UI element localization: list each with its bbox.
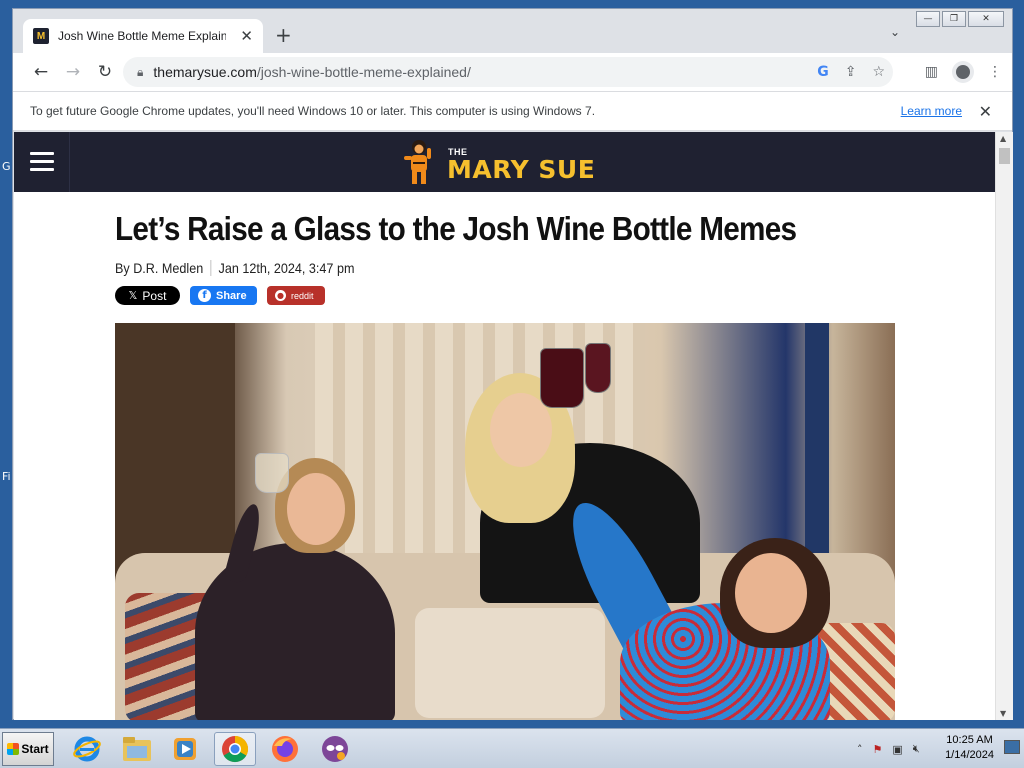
tab-search-chevron-icon[interactable]: ⌄: [890, 25, 900, 39]
back-arrow-icon[interactable]: ←: [25, 62, 57, 82]
desktop-icon-label: Fi: [2, 470, 11, 483]
site-header: THE MARY SUE: [14, 132, 995, 192]
pillow: [415, 608, 605, 718]
reload-icon[interactable]: ↻: [89, 62, 121, 82]
infobar-message: To get future Google Chrome updates, you…: [30, 104, 596, 118]
face: [287, 473, 345, 545]
page-viewport: THE MARY SUE Let’s Raise a Glass to the …: [14, 132, 1013, 720]
side-panel-icon[interactable]: ▥: [925, 64, 938, 80]
lock-icon[interactable]: 🔒︎: [137, 65, 143, 80]
learn-more-link[interactable]: Learn more: [901, 104, 962, 118]
volume-muted-icon[interactable]: 🔇︎: [913, 742, 920, 756]
taskbar-firefox-icon[interactable]: [264, 732, 306, 766]
menu-kebab-icon[interactable]: ⋮: [988, 64, 1002, 80]
address-bar[interactable]: 🔒︎ themarysue.com/josh-wine-bottle-meme-…: [123, 57, 893, 87]
browser-window: M Josh Wine Bottle Meme Explained | ✕ + …: [12, 8, 1013, 720]
taskbar-clock[interactable]: 10:25 AM 1/14/2024: [945, 733, 994, 763]
forward-arrow-icon[interactable]: →: [57, 62, 89, 82]
author-link[interactable]: By D.R. Medlen: [115, 260, 203, 276]
reddit-logo-icon: ●: [275, 290, 286, 301]
url-text[interactable]: themarysue.com/josh-wine-bottle-meme-exp…: [153, 64, 470, 80]
share-x-label: Post: [142, 288, 167, 303]
window-close-button[interactable]: ✕: [968, 11, 1004, 27]
browser-tab[interactable]: M Josh Wine Bottle Meme Explained | ✕: [23, 19, 263, 53]
clock-date: 1/14/2024: [945, 749, 994, 761]
article-header: Let’s Raise a Glass to the Josh Wine Bot…: [115, 210, 895, 305]
bookshelf: [115, 323, 235, 583]
vertical-scrollbar[interactable]: ▲ ▼: [995, 132, 1013, 720]
desktop-icon-label: G: [2, 160, 11, 173]
url-path: /josh-wine-bottle-meme-explained/: [256, 64, 471, 80]
taskbar-chrome-icon[interactable]: [214, 732, 256, 766]
scroll-thumb[interactable]: [999, 148, 1010, 164]
tab-title: Josh Wine Bottle Meme Explained |: [58, 29, 226, 43]
new-tab-button[interactable]: +: [275, 23, 292, 47]
restore-button[interactable]: ❐: [942, 11, 966, 27]
clock-time: 10:25 AM: [946, 734, 993, 746]
article-byline: By D.R. Medlen Jan 12th, 2024, 3:47 pm: [115, 260, 817, 276]
site-logo[interactable]: THE MARY SUE: [399, 136, 599, 188]
wine-glass: [585, 343, 611, 393]
site-favicon-icon: M: [33, 28, 49, 44]
profile-avatar-icon[interactable]: [952, 61, 974, 83]
tab-strip: M Josh Wine Bottle Meme Explained | ✕ + …: [13, 9, 1012, 53]
face: [735, 553, 807, 633]
share-icon[interactable]: ⇪: [845, 64, 857, 80]
tray-icons: ˄ ⚑ ▣ 🔇︎: [857, 742, 920, 756]
windows-taskbar: Start ˄ ⚑ ▣ 🔇︎ 10:25 AM 1/14/2024: [0, 728, 1024, 768]
article-headline: Let’s Raise a Glass to the Josh Wine Bot…: [115, 210, 797, 247]
tray-expand-chevron-icon[interactable]: ˄: [857, 743, 863, 756]
infobar-close-icon[interactable]: ✕: [979, 102, 992, 121]
windows-flag-icon: [7, 743, 20, 755]
taskbar-tor-browser-icon[interactable]: [314, 732, 356, 766]
facebook-logo-icon: f: [198, 289, 211, 302]
share-reddit-label: reddit: [291, 290, 314, 301]
glass: [255, 453, 289, 493]
update-infobar: To get future Google Chrome updates, you…: [13, 91, 1012, 131]
article-hero-image[interactable]: [115, 323, 895, 720]
x-logo-icon: 𝕏: [128, 289, 138, 302]
google-lens-icon[interactable]: G: [817, 64, 829, 80]
hamburger-menu-icon[interactable]: [14, 132, 70, 192]
show-desktop-button[interactable]: [1004, 740, 1020, 754]
window-controls: — ❐ ✕: [916, 11, 1004, 27]
wine-glass: [540, 348, 584, 408]
byline-divider: [210, 260, 212, 276]
taskbar-file-explorer-icon[interactable]: [116, 732, 158, 766]
network-icon[interactable]: ▣: [892, 743, 902, 756]
omnibox-actions: G ⇪ ☆: [817, 57, 885, 87]
action-center-flag-icon[interactable]: ⚑: [873, 743, 883, 756]
bookmark-star-icon[interactable]: ☆: [872, 64, 885, 80]
toolbar-right: ▥ ⋮: [925, 53, 1002, 91]
publish-date: Jan 12th, 2024, 3:47 pm: [218, 260, 355, 276]
share-reddit-button[interactable]: ● reddit: [267, 286, 325, 305]
scroll-down-arrow-icon[interactable]: ▼: [1000, 709, 1006, 718]
system-tray: ˄ ⚑ ▣ 🔇︎ 10:25 AM 1/14/2024: [849, 732, 1024, 766]
share-buttons: 𝕏 Post f Share ● reddit: [115, 286, 895, 305]
taskbar-media-player-icon[interactable]: [164, 732, 206, 766]
taskbar-internet-explorer-icon[interactable]: [66, 732, 108, 766]
share-x-button[interactable]: 𝕏 Post: [115, 286, 180, 305]
browser-toolbar: ← → ↻ 🔒︎ themarysue.com/josh-wine-bottle…: [13, 53, 1012, 91]
share-facebook-button[interactable]: f Share: [190, 286, 257, 305]
logo-name-text: MARY SUE: [447, 155, 596, 184]
scroll-up-arrow-icon[interactable]: ▲: [1000, 134, 1006, 143]
minimize-button[interactable]: —: [916, 11, 940, 27]
tab-close-icon[interactable]: ✕: [240, 27, 253, 45]
url-domain: themarysue.com: [153, 64, 257, 80]
mary-sue-mascot-icon: [404, 140, 431, 184]
share-facebook-label: Share: [216, 289, 247, 302]
start-button[interactable]: Start: [2, 732, 54, 766]
start-label: Start: [21, 742, 49, 756]
